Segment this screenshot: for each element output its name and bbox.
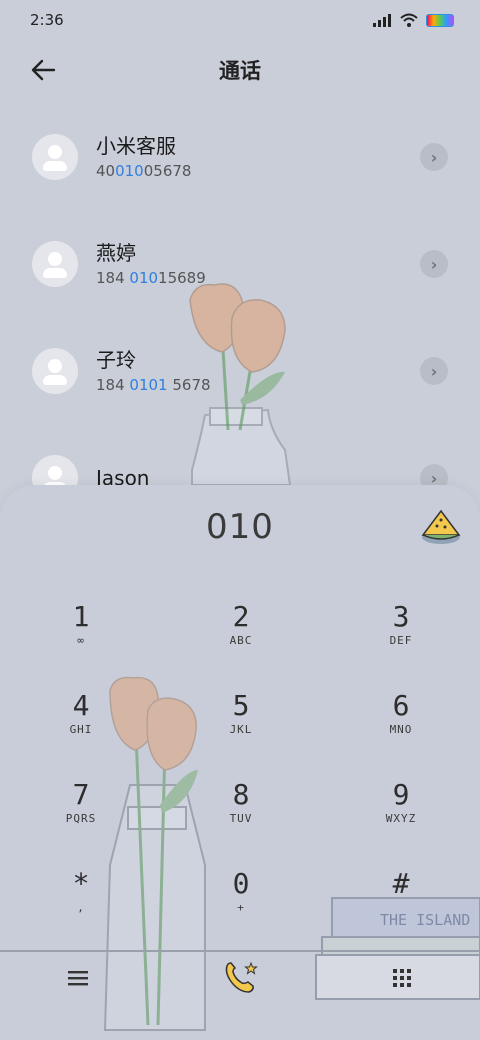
theme-button[interactable] [420,505,462,547]
dial-key[interactable]: 0 + [186,867,296,937]
dial-key-digit: 9 [392,778,410,811]
dial-key[interactable]: 7 PQRS [26,778,136,848]
contact-item[interactable]: 子玲 184 0101 5678 › [0,326,480,416]
dial-key-letters: MNO [389,723,413,736]
menu-button[interactable] [58,960,98,996]
dial-key-digit: # [392,867,410,900]
avatar [32,241,78,287]
page-title: 通话 [219,59,261,83]
dial-key-letters: PQRS [65,812,97,825]
dial-key-letters: DEF [389,634,413,647]
dial-key[interactable]: 9 WXYZ [346,778,456,848]
dial-key-digit: 7 [72,778,90,811]
dial-key[interactable]: 8 TUV [186,778,296,848]
keypad-icon [393,969,411,987]
watermelon-icon [421,509,461,544]
arrow-left-icon [31,59,56,81]
contact-name: 子玲 [96,348,136,372]
dial-key-letters: JKL [229,723,253,736]
dial-key-letters: GHI [69,723,93,736]
dial-key[interactable]: 6 MNO [346,689,456,759]
dial-key-digit: 1 [72,600,90,633]
dialpad-bottom-bar [0,950,480,1000]
signal-icon [373,14,391,27]
dial-key-digit: 8 [232,778,250,811]
menu-icon [68,971,88,986]
status-icons [372,13,454,27]
header: 通话 [0,50,480,90]
dialpad-panel: THE ISLAND 010 1 ∞ 2 ABC 3 DEF 4 GHI 5 JKL 6 MNO 7 PQ… [0,485,480,1040]
contact-name: 小米客服 [96,134,176,158]
status-time: 2:36 [30,11,64,29]
back-button[interactable] [28,56,62,84]
dial-key-digit: 4 [72,689,90,722]
chevron-right-icon[interactable]: › [420,250,448,278]
dial-key[interactable]: # [346,867,456,937]
dial-key-digit: 6 [392,689,410,722]
avatar [32,134,78,180]
contact-item[interactable]: 燕婷 184 01015689 › [0,219,480,309]
chevron-right-icon[interactable]: › [420,143,448,171]
keypad-toggle-button[interactable] [382,960,422,996]
dial-key[interactable]: 4 GHI [26,689,136,759]
dial-key-letters: ∞ [77,634,85,647]
contact-number: 4001005678 [96,162,192,180]
battery-icon [426,13,454,27]
dial-key-digit: 5 [232,689,250,722]
chevron-right-icon[interactable]: › [420,357,448,385]
contact-number: 184 0101 5678 [96,376,211,394]
status-bar: 2:36 [0,0,480,40]
dial-key-letters: ABC [229,634,253,647]
dial-key-digit: 2 [232,600,250,633]
dial-key-digit: * [72,867,90,900]
dial-key[interactable]: 1 ∞ [26,600,136,670]
avatar [32,348,78,394]
dial-key-letters: TUV [229,812,253,825]
contact-name: 燕婷 [96,241,136,265]
dial-key-digit: 0 [232,867,250,900]
dial-key-digit: 3 [392,600,410,633]
dial-key-letters: + [237,901,245,914]
dial-key[interactable]: *, [26,867,136,937]
dial-key[interactable]: 3 DEF [346,600,456,670]
phone-icon [225,961,258,993]
wifi-icon [400,13,418,27]
dialed-number: 010 [206,507,274,547]
contact-item[interactable]: 小米客服 4001005678 › [0,112,480,202]
dial-key-letters: WXYZ [385,812,417,825]
dial-key[interactable]: 5 JKL [186,689,296,759]
contact-number: 184 01015689 [96,269,206,287]
call-button[interactable] [220,960,260,996]
dial-key[interactable]: 2 ABC [186,600,296,670]
dial-key-letters: , [77,901,85,914]
